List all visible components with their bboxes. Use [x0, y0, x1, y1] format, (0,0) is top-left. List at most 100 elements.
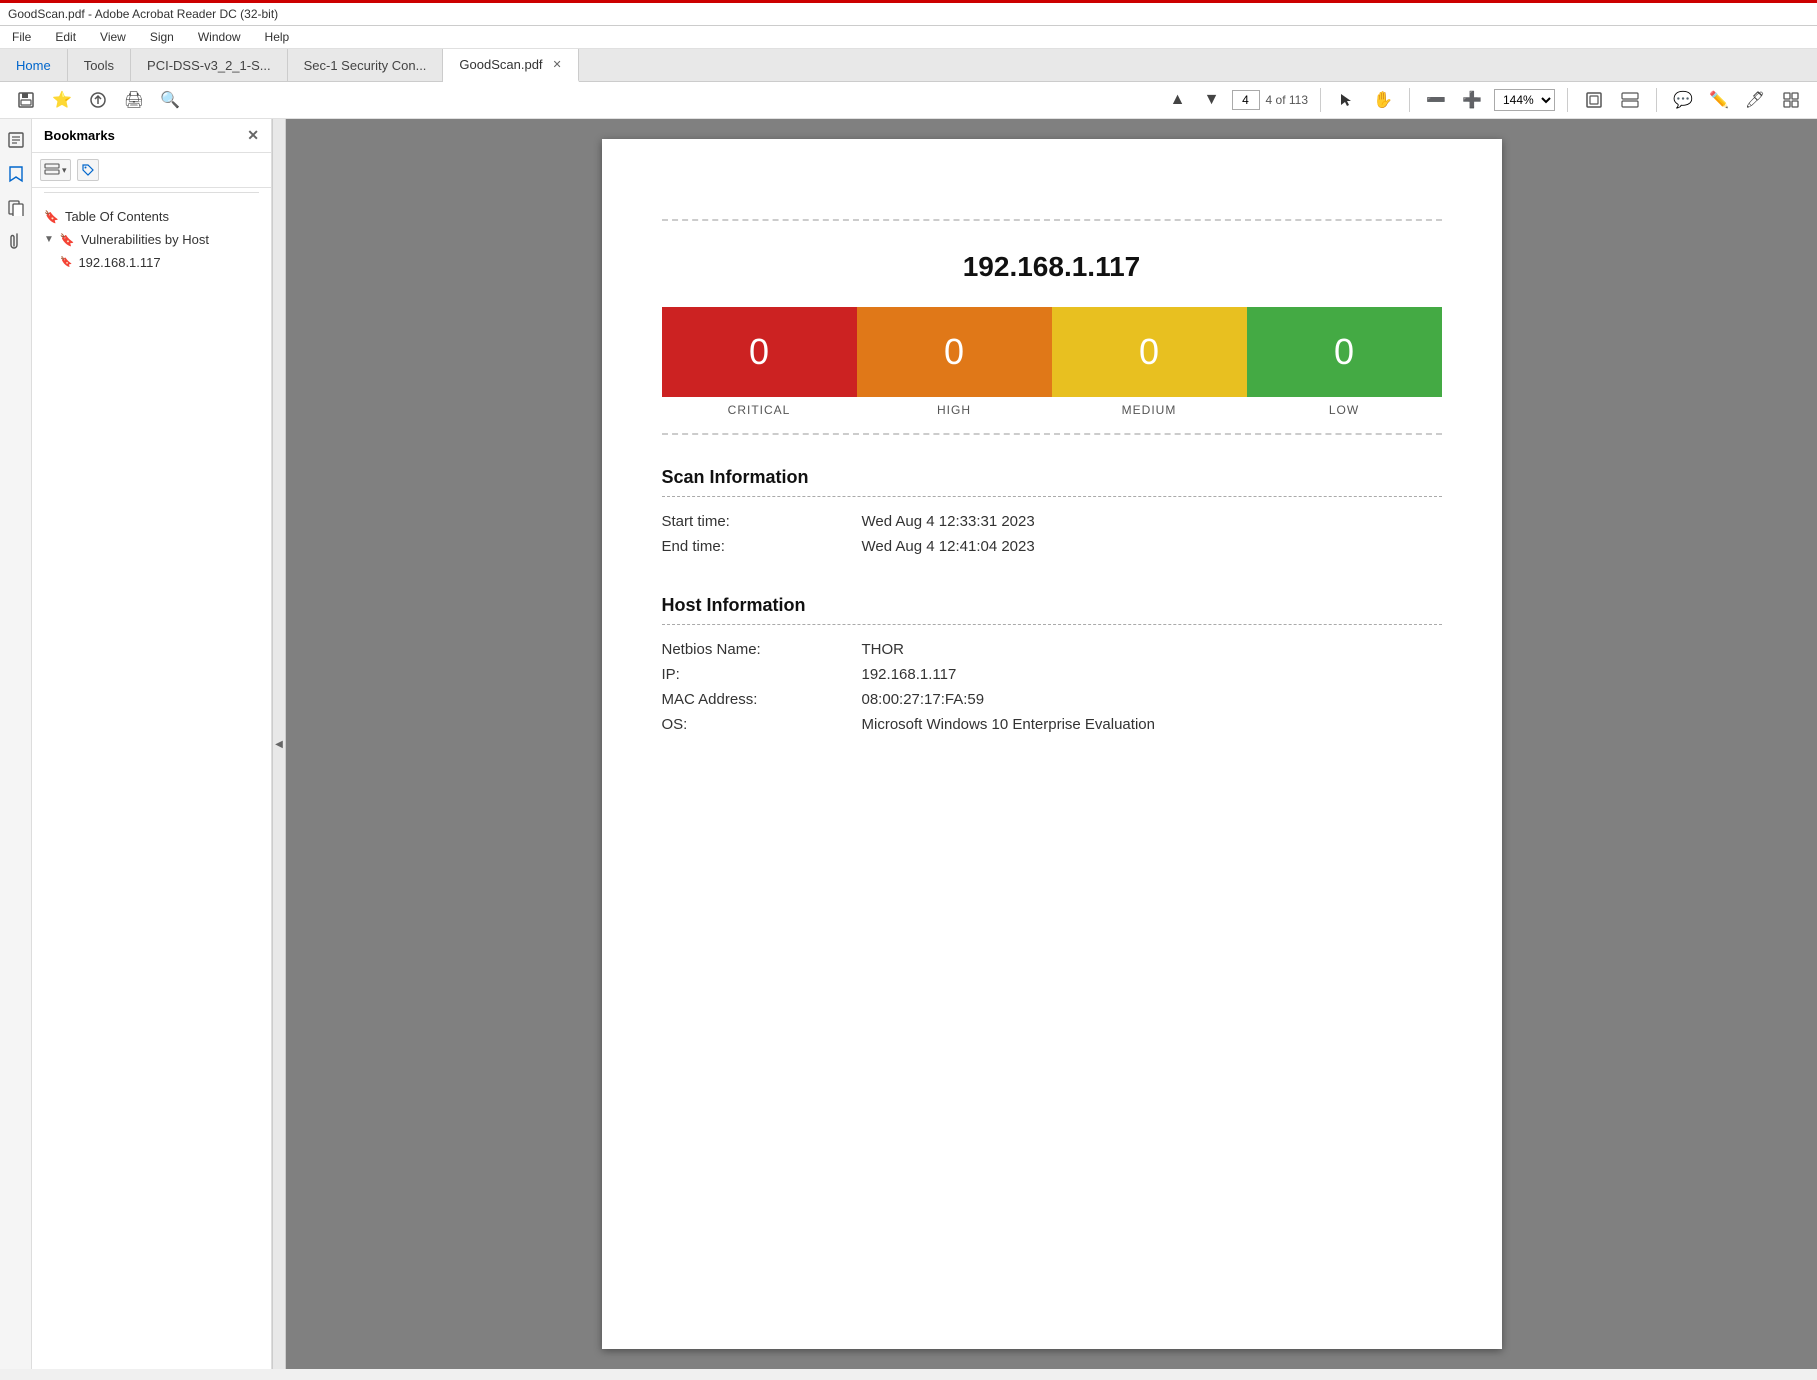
scan-end-value: Wed Aug 4 12:41:04 2023 [862, 538, 1035, 555]
zoom-out-button[interactable]: ➖ [1422, 86, 1450, 114]
bookmarks-title: Bookmarks [44, 128, 115, 143]
menu-file[interactable]: File [8, 28, 35, 46]
scan-end-label: End time: [662, 538, 862, 555]
panel-collapse-handle[interactable]: ◀ [272, 119, 286, 1369]
hand-tool-button[interactable]: ✋ [1369, 86, 1397, 114]
home-sidebar-icon[interactable] [3, 127, 29, 153]
host-ip-title: 192.168.1.117 [662, 219, 1442, 283]
save-button[interactable] [12, 86, 40, 114]
title-bar: GoodScan.pdf - Adobe Acrobat Reader DC (… [0, 0, 1817, 26]
cursor-tool-button[interactable] [1333, 86, 1361, 114]
critical-value: 0 [749, 331, 769, 373]
tab-goodscan-label: GoodScan.pdf [459, 57, 542, 72]
bookmarks-header: Bookmarks ✕ [32, 119, 271, 153]
signature-button[interactable]: 🖊 [1741, 86, 1769, 114]
low-label: LOW [1329, 403, 1359, 417]
ip-row: IP: 192.168.1.117 [662, 666, 1442, 683]
bookmark-toc-icon: 🔖 [44, 210, 59, 224]
title-bar-text: GoodScan.pdf - Adobe Acrobat Reader DC (… [8, 7, 278, 21]
scan-info-divider [662, 496, 1442, 497]
bookmark-ip[interactable]: 🔖 192.168.1.117 [32, 251, 271, 274]
tab-bar: Home Tools PCI-DSS-v3_2_1-S... Sec-1 Sec… [0, 49, 1817, 82]
severity-critical: 0 CRITICAL [662, 307, 857, 417]
scroll-mode-button[interactable] [1616, 86, 1644, 114]
severity-high: 0 HIGH [857, 307, 1052, 417]
fit-page-button[interactable] [1580, 86, 1608, 114]
print-button[interactable]: 🖨 [120, 86, 148, 114]
menu-help[interactable]: Help [261, 28, 294, 46]
comment-button[interactable]: 💬 [1669, 86, 1697, 114]
prev-page-button[interactable]: ▲ [1164, 86, 1192, 114]
more-tools-button[interactable] [1777, 86, 1805, 114]
zoom-select[interactable]: 144% 100% 75% 50% [1494, 89, 1555, 111]
bookmark-arrow-icon[interactable]: ▼ [44, 234, 54, 245]
pdf-area[interactable]: 192.168.1.117 0 CRITICAL 0 HIGH [286, 119, 1817, 1369]
bookmark-ip-icon: 🔖 [60, 257, 72, 268]
menu-bar: File Edit View Sign Window Help [0, 26, 1817, 49]
scan-start-label: Start time: [662, 513, 862, 530]
bookmarks-panel: Bookmarks ✕ ▾ 🔖 Table Of Contents ▼ 🔖 [32, 119, 272, 1369]
severity-low: 0 LOW [1247, 307, 1442, 417]
bookmark-vuln-host[interactable]: ▼ 🔖 Vulnerabilities by Host [32, 228, 271, 251]
ip-value: 192.168.1.117 [862, 666, 957, 683]
ip-label: IP: [662, 666, 862, 683]
menu-edit[interactable]: Edit [51, 28, 80, 46]
tab-pci-label: PCI-DSS-v3_2_1-S... [147, 58, 271, 73]
severity-bar: 0 CRITICAL 0 HIGH 0 MEDIUM [662, 307, 1442, 435]
high-box: 0 [857, 307, 1052, 397]
tab-tools[interactable]: Tools [68, 49, 131, 81]
search-button[interactable]: 🔍 [156, 86, 184, 114]
critical-label: CRITICAL [728, 403, 791, 417]
page-input[interactable] [1232, 90, 1260, 110]
netbios-row: Netbios Name: THOR [662, 641, 1442, 658]
tab-close-icon[interactable]: ✕ [553, 58, 562, 71]
netbios-value: THOR [862, 641, 905, 658]
bookmark-toc-label: Table Of Contents [65, 209, 169, 224]
scan-start-row: Start time: Wed Aug 4 12:33:31 2023 [662, 513, 1442, 530]
attachments-sidebar-icon[interactable] [3, 229, 29, 255]
next-page-button[interactable]: ▼ [1198, 86, 1226, 114]
zoom-in-button[interactable]: ➕ [1458, 86, 1486, 114]
severity-medium: 0 MEDIUM [1052, 307, 1247, 417]
bookmark-ip-label: 192.168.1.117 [78, 255, 160, 270]
scan-info-title: Scan Information [662, 467, 1442, 488]
mac-value: 08:00:27:17:FA:59 [862, 691, 985, 708]
host-info-title: Host Information [662, 595, 1442, 616]
menu-window[interactable]: Window [194, 28, 245, 46]
pdf-page: 192.168.1.117 0 CRITICAL 0 HIGH [602, 139, 1502, 1349]
bookmarks-tag-button[interactable] [77, 159, 99, 181]
tab-goodscan[interactable]: GoodScan.pdf ✕ [443, 49, 578, 82]
pages-sidebar-icon[interactable] [3, 195, 29, 221]
bookmark-vuln-icon: 🔖 [60, 233, 75, 247]
scan-start-value: Wed Aug 4 12:33:31 2023 [862, 513, 1035, 530]
bookmark-toc[interactable]: 🔖 Table Of Contents [32, 205, 271, 228]
medium-box: 0 [1052, 307, 1247, 397]
menu-sign[interactable]: Sign [146, 28, 178, 46]
page-navigation: ▲ ▼ 4 of 113 [1164, 86, 1308, 114]
tab-home-label: Home [16, 58, 51, 73]
os-value: Microsoft Windows 10 Enterprise Evaluati… [862, 716, 1155, 733]
high-value: 0 [944, 331, 964, 373]
high-label: HIGH [937, 403, 971, 417]
medium-label: MEDIUM [1122, 403, 1177, 417]
medium-value: 0 [1139, 331, 1159, 373]
bookmarks-options-button[interactable]: ▾ [40, 159, 71, 181]
pen-button[interactable]: ✏️ [1705, 86, 1733, 114]
mac-row: MAC Address: 08:00:27:17:FA:59 [662, 691, 1442, 708]
tab-sec1-label: Sec-1 Security Con... [304, 58, 427, 73]
tab-pci[interactable]: PCI-DSS-v3_2_1-S... [131, 49, 288, 81]
upload-button[interactable] [84, 86, 112, 114]
bookmarks-sidebar-icon[interactable] [3, 161, 29, 187]
sidebar-icons [0, 119, 32, 1369]
tab-home[interactable]: Home [0, 49, 68, 81]
bookmarks-close-icon[interactable]: ✕ [247, 127, 259, 144]
bookmark-add-button[interactable]: ⭐ [48, 86, 76, 114]
bookmarks-toolbar: ▾ [32, 153, 271, 188]
tab-sec1[interactable]: Sec-1 Security Con... [288, 49, 444, 81]
bookmark-vuln-label: Vulnerabilities by Host [81, 232, 209, 247]
os-label: OS: [662, 716, 862, 733]
page-total: 4 of 113 [1266, 93, 1308, 107]
tab-tools-label: Tools [84, 58, 114, 73]
mac-label: MAC Address: [662, 691, 862, 708]
menu-view[interactable]: View [96, 28, 130, 46]
